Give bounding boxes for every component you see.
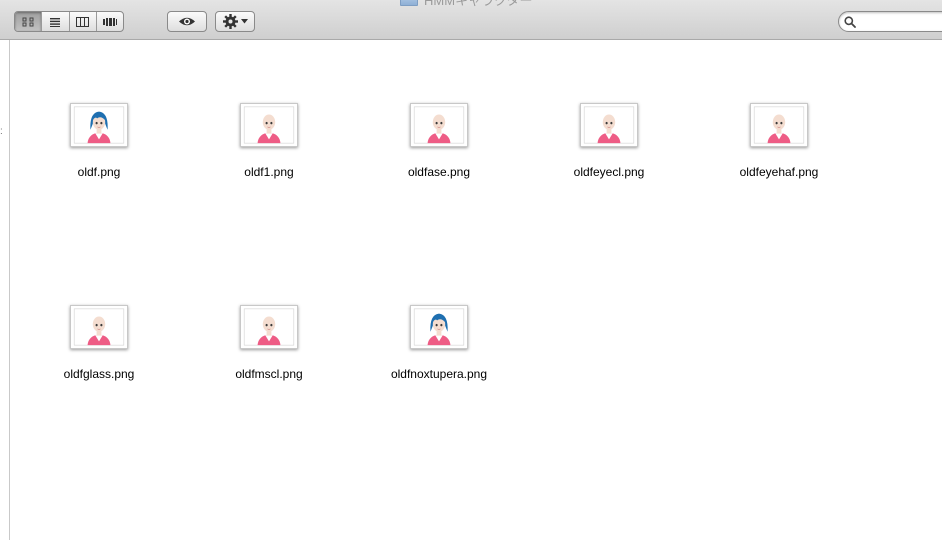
- character-thumbnail: [750, 103, 808, 147]
- search-field[interactable]: [838, 11, 942, 32]
- splitter-grip-icon[interactable]: :: [0, 127, 3, 137]
- file-item[interactable]: oldfeyehaf.png: [709, 103, 849, 179]
- file-item[interactable]: oldfeyecl.png: [539, 103, 679, 179]
- magnifier-icon: [844, 15, 856, 28]
- chevron-down-icon: [240, 19, 248, 24]
- icon-view-button[interactable]: [15, 12, 43, 31]
- file-name: oldfnoxtupera.png: [390, 367, 488, 381]
- quick-look-button[interactable]: [167, 11, 207, 32]
- file-grid: oldf.png oldf1.png oldfase.png oldfeyecl…: [10, 41, 942, 540]
- coverflow-view-button[interactable]: [97, 12, 123, 31]
- view-mode-group: [14, 11, 124, 32]
- file-item[interactable]: oldf1.png: [199, 103, 339, 179]
- character-thumbnail: [240, 305, 298, 349]
- file-name: oldf.png: [77, 165, 121, 179]
- list-view-button[interactable]: [42, 12, 70, 31]
- gear-icon: [222, 14, 238, 29]
- action-menu-button[interactable]: [215, 11, 255, 32]
- character-thumbnail: [70, 305, 128, 349]
- column-view-button[interactable]: [70, 12, 97, 31]
- character-thumbnail: [410, 103, 468, 147]
- list-view-icon: [50, 17, 61, 27]
- file-item[interactable]: oldfmscl.png: [199, 305, 339, 381]
- coverflow-view-icon: [102, 17, 117, 26]
- file-name: oldfglass.png: [63, 367, 135, 381]
- file-item[interactable]: oldf.png: [29, 103, 169, 179]
- icon-view-icon: [22, 17, 34, 26]
- character-thumbnail: [70, 103, 128, 147]
- folder-icon: [400, 0, 418, 6]
- character-thumbnail: [240, 103, 298, 147]
- character-thumbnail: [580, 103, 638, 147]
- character-thumbnail: [410, 305, 468, 349]
- file-item[interactable]: oldfase.png: [369, 103, 509, 179]
- window-title: HMMキャラクター: [400, 0, 533, 8]
- toolbar: HMMキャラクター: [0, 0, 942, 40]
- search-input[interactable]: [860, 14, 942, 29]
- file-item[interactable]: oldfnoxtupera.png: [369, 305, 509, 381]
- file-name: oldfase.png: [407, 165, 471, 179]
- file-item[interactable]: oldfglass.png: [29, 305, 169, 381]
- file-name: oldfeyehaf.png: [739, 165, 819, 179]
- window-title-text: HMMキャラクター: [424, 0, 533, 8]
- column-view-icon: [76, 16, 90, 27]
- file-name: oldfmscl.png: [235, 367, 303, 381]
- eye-icon: [179, 17, 195, 26]
- file-name: oldfeyecl.png: [573, 165, 645, 179]
- file-name: oldf1.png: [244, 165, 294, 179]
